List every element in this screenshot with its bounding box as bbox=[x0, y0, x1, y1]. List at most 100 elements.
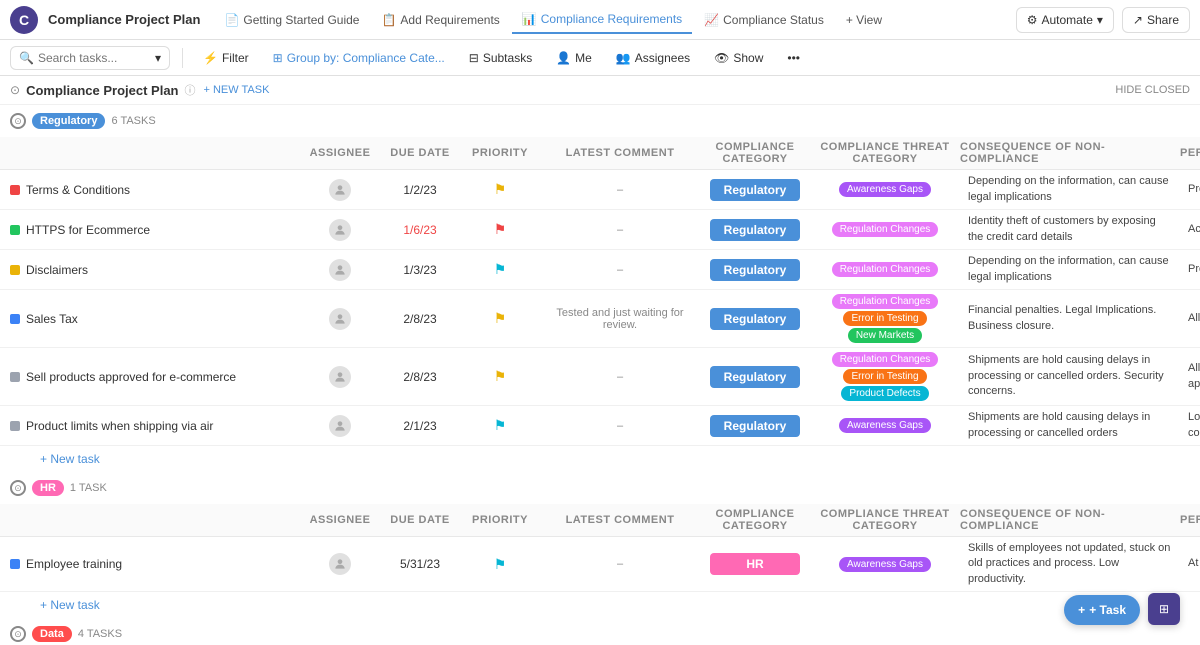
task-name[interactable]: Sales Tax bbox=[26, 312, 78, 326]
tab-compliance-status[interactable]: 📈 Compliance Status bbox=[694, 7, 834, 33]
priority-flag-icon: ⚑ bbox=[494, 368, 507, 385]
automate-button[interactable]: ⚙ Automate ▾ bbox=[1016, 7, 1114, 33]
compliance-badge: HR bbox=[710, 553, 800, 575]
plus-icon: + bbox=[1078, 603, 1085, 617]
toolbar: 🔍 ▾ ⚡ Filter ⊞ Group by: Compliance Cate… bbox=[0, 40, 1200, 76]
tab-view[interactable]: + View bbox=[836, 7, 892, 33]
automate-chevron: ▾ bbox=[1097, 13, 1103, 27]
col-comment-header-hr: LATEST COMMENT bbox=[540, 514, 700, 526]
col-threat-header-hr: COMPLIANCE THREAT CATEGORY bbox=[810, 508, 960, 532]
priority-flag-icon: ⚑ bbox=[494, 181, 507, 198]
col-assignee-header: ASSIGNEE bbox=[300, 147, 380, 159]
project-title: Compliance Project Plan bbox=[48, 12, 200, 27]
due-date-cell: 1/6/23 bbox=[380, 223, 460, 237]
hr-badge: HR bbox=[32, 480, 64, 496]
col-perform-header: PERFORM bbox=[1180, 147, 1200, 159]
threat-tag: Error in Testing bbox=[843, 311, 926, 326]
automate-icon: ⚙ bbox=[1027, 13, 1038, 27]
search-input[interactable] bbox=[38, 51, 151, 65]
threat-tag: Regulation Changes bbox=[832, 352, 939, 367]
new-task-button[interactable]: + NEW TASK bbox=[204, 84, 270, 96]
tab-icon-add-requirements: 📋 bbox=[381, 13, 396, 27]
assignees-button[interactable]: 👥 Assignees bbox=[608, 47, 698, 69]
priority-cell: ⚑ bbox=[460, 310, 540, 327]
search-box[interactable]: 🔍 ▾ bbox=[10, 46, 170, 70]
threat-cell: Regulation Changes bbox=[810, 258, 960, 281]
section-regulatory-header: ⊙ Regulatory 6 TASKS bbox=[0, 105, 1200, 137]
collapse-data-btn[interactable]: ⊙ bbox=[10, 626, 26, 642]
subtasks-label: Subtasks bbox=[483, 51, 532, 65]
show-button[interactable]: 👁 Show bbox=[706, 47, 771, 69]
task-name-cell: Sales Tax bbox=[0, 306, 300, 332]
tab-add-requirements[interactable]: 📋 Add Requirements bbox=[371, 7, 509, 33]
tab-compliance-requirements[interactable]: 📊 Compliance Requirements bbox=[512, 6, 692, 34]
show-label: Show bbox=[733, 51, 763, 65]
comment-cell: – bbox=[540, 369, 700, 385]
task-name[interactable]: Sell products approved for e-commerce bbox=[26, 370, 236, 384]
task-table: ⊙ Compliance Project Plan ⓘ + NEW TASK H… bbox=[0, 76, 1200, 645]
share-button[interactable]: ↗ Share bbox=[1122, 7, 1190, 33]
share-label: Share bbox=[1147, 13, 1179, 27]
compliance-badge: Regulatory bbox=[710, 179, 800, 201]
compliance-cell: Regulatory bbox=[700, 255, 810, 285]
tab-getting-started[interactable]: 📄 Getting Started Guide bbox=[214, 7, 369, 33]
priority-cell: ⚑ bbox=[460, 368, 540, 385]
group-by-button[interactable]: ⊞ Group by: Compliance Cate... bbox=[265, 47, 453, 69]
group-icon: ⊞ bbox=[273, 51, 283, 65]
task-name[interactable]: Employee training bbox=[26, 557, 122, 571]
section-data-header: ⊙ Data 4 TASKS bbox=[0, 618, 1200, 645]
add-task-hr[interactable]: + New task bbox=[0, 592, 1200, 618]
hide-closed-button[interactable]: HIDE CLOSED bbox=[1115, 84, 1190, 96]
comment-cell: – bbox=[540, 556, 700, 572]
table-row: Employee training 5/31/23 ⚑ – HR Awarene… bbox=[0, 537, 1200, 592]
more-button[interactable]: ••• bbox=[779, 47, 808, 69]
col-headers-regulatory: ASSIGNEE DUE DATE PRIORITY LATEST COMMEN… bbox=[0, 137, 1200, 170]
filter-button[interactable]: ⚡ Filter bbox=[195, 47, 257, 69]
consequence-cell: Skills of employees not updated, stuck o… bbox=[960, 537, 1180, 591]
me-button[interactable]: 👤 Me bbox=[548, 47, 600, 69]
consequence-cell: Shipments are hold causing delays in pro… bbox=[960, 406, 1180, 445]
subtasks-button[interactable]: ⊟ Subtasks bbox=[461, 47, 540, 69]
priority-cell: ⚑ bbox=[460, 261, 540, 278]
search-icon: 🔍 bbox=[19, 51, 34, 65]
col-comment-header: LATEST COMMENT bbox=[540, 147, 700, 159]
assignee-cell bbox=[300, 179, 380, 201]
col-perform-header-hr: PERFORM bbox=[1180, 514, 1200, 526]
task-name[interactable]: Product limits when shipping via air bbox=[26, 419, 213, 433]
comment-cell: – bbox=[540, 262, 700, 278]
consequence-cell: Depending on the information, can cause … bbox=[960, 250, 1180, 289]
table-row: Product limits when shipping via air 2/1… bbox=[0, 406, 1200, 446]
tab-label-view: + View bbox=[846, 13, 882, 27]
task-color-indicator bbox=[10, 421, 20, 431]
due-date-cell: 1/2/23 bbox=[380, 183, 460, 197]
task-name[interactable]: HTTPS for Ecommerce bbox=[26, 223, 150, 237]
filter-icon: ⚡ bbox=[203, 51, 218, 65]
consequence-cell: Financial penalties. Legal Implications.… bbox=[960, 299, 1180, 338]
threat-cell: Awareness Gaps bbox=[810, 414, 960, 437]
add-task-regulatory[interactable]: + New task bbox=[0, 446, 1200, 472]
collapse-regulatory-btn[interactable]: ⊙ bbox=[10, 113, 26, 129]
priority-cell: ⚑ bbox=[460, 417, 540, 434]
tab-icon-getting-started: 📄 bbox=[224, 13, 239, 27]
fab-label: + Task bbox=[1089, 603, 1126, 617]
priority-flag-icon: ⚑ bbox=[494, 417, 507, 434]
task-color-indicator bbox=[10, 265, 20, 275]
subtasks-icon: ⊟ bbox=[469, 51, 479, 65]
collapse-project-icon[interactable]: ⊙ bbox=[10, 83, 20, 97]
tab-icon-compliance-status: 📈 bbox=[704, 13, 719, 27]
data-task-count: 4 TASKS bbox=[78, 628, 122, 640]
project-row-title: Compliance Project Plan bbox=[26, 83, 178, 98]
more-icon: ••• bbox=[787, 51, 800, 65]
avatar bbox=[329, 259, 351, 281]
tab-label-getting-started: Getting Started Guide bbox=[243, 13, 359, 27]
comment-cell: Tested and just waiting for review. bbox=[540, 305, 700, 333]
task-color-indicator bbox=[10, 225, 20, 235]
task-name[interactable]: Disclaimers bbox=[26, 263, 88, 277]
compliance-cell: Regulatory bbox=[700, 304, 810, 334]
threat-tag: Regulation Changes bbox=[832, 262, 939, 277]
assignee-cell bbox=[300, 259, 380, 281]
col-compliance-header: COMPLIANCE CATEGORY bbox=[700, 141, 810, 165]
task-name[interactable]: Terms & Conditions bbox=[26, 183, 130, 197]
threat-tag: Regulation Changes bbox=[832, 294, 939, 309]
collapse-hr-btn[interactable]: ⊙ bbox=[10, 480, 26, 496]
